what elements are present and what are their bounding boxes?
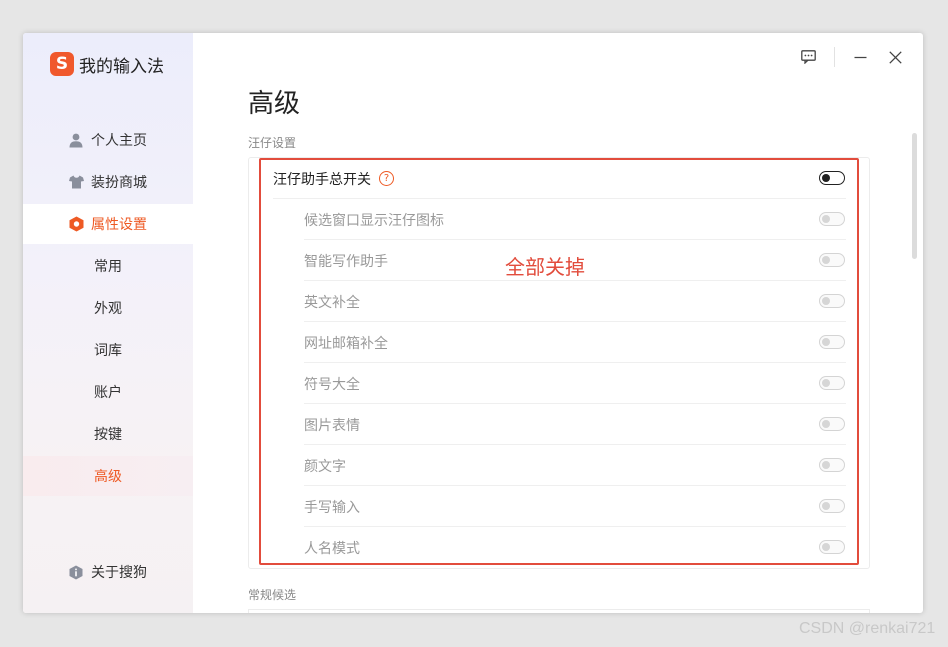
sub-item-keys[interactable]: 按键 (23, 414, 193, 454)
setting-row: 手写输入 (249, 486, 869, 527)
setting-label: 智能写作助手 (304, 253, 388, 270)
setting-row: 符号大全 (249, 363, 869, 404)
help-icon[interactable]: ? (379, 171, 394, 186)
settings-window: S 我的输入法 个人主页 装扮商城 属性设置 常用 外观 词库 账户 按键 高级 (23, 33, 923, 613)
setting-label: 人名模式 (304, 540, 360, 557)
sub-item-appearance[interactable]: 外观 (23, 288, 193, 328)
candidates-card (248, 609, 870, 613)
nav-label-settings: 属性设置 (91, 217, 147, 233)
sub-label-advanced: 高级 (94, 469, 122, 485)
setting-label: 图片表情 (304, 417, 360, 434)
scrollbar-thumb[interactable] (912, 133, 917, 259)
master-switch-label: 汪仔助手总开关 (273, 171, 371, 188)
annotation-text: 全部关掉 (505, 255, 585, 279)
hexagon-settings-icon (68, 216, 84, 232)
setting-label: 颜文字 (304, 458, 346, 475)
watermark: CSDN @renkai721 (799, 620, 936, 637)
setting-toggle[interactable] (819, 417, 845, 431)
sub-item-advanced[interactable]: 高级 (23, 456, 193, 496)
sub-label-account: 账户 (94, 385, 122, 401)
section-label-candidates: 常规候选 (248, 588, 297, 602)
sub-label-common: 常用 (94, 259, 122, 275)
setting-row: 图片表情 (249, 404, 869, 445)
master-toggle[interactable] (819, 171, 845, 185)
sub-item-dictionary[interactable]: 词库 (23, 330, 193, 370)
user-icon (68, 132, 84, 148)
setting-label: 英文补全 (304, 294, 360, 311)
app-logo: S 我的输入法 (50, 51, 164, 77)
nav-label-profile: 个人主页 (91, 133, 147, 149)
setting-toggle[interactable] (819, 540, 845, 554)
nav-label-about: 关于搜狗 (91, 565, 147, 581)
setting-row: 英文补全 (249, 281, 869, 322)
sub-item-common[interactable]: 常用 (23, 246, 193, 286)
setting-row: 候选窗口显示汪仔图标 (249, 199, 869, 240)
minimize-icon[interactable] (850, 47, 870, 67)
sub-label-dictionary: 词库 (94, 343, 122, 359)
setting-row: 网址邮箱补全 (249, 322, 869, 363)
nav-label-store: 装扮商城 (91, 175, 147, 191)
setting-toggle[interactable] (819, 499, 845, 513)
nav-item-about[interactable]: 关于搜狗 (23, 552, 193, 592)
section-label-wangzai: 汪仔设置 (248, 136, 297, 150)
nav-item-profile[interactable]: 个人主页 (23, 120, 193, 160)
setting-toggle[interactable] (819, 458, 845, 472)
nav-item-store[interactable]: 装扮商城 (23, 162, 193, 202)
setting-toggle[interactable] (819, 294, 845, 308)
setting-label: 手写输入 (304, 499, 360, 516)
sub-label-keys: 按键 (94, 427, 122, 443)
setting-toggle[interactable] (819, 253, 845, 267)
page-title: 高级 (248, 89, 301, 119)
setting-toggle[interactable] (819, 376, 845, 390)
sub-label-appearance: 外观 (94, 301, 122, 317)
setting-row: 人名模式 (249, 527, 869, 568)
setting-label: 网址邮箱补全 (304, 335, 388, 352)
info-shield-icon (68, 564, 84, 580)
nav-item-settings[interactable]: 属性设置 (23, 204, 193, 244)
setting-toggle[interactable] (819, 335, 845, 349)
master-switch-row: 汪仔助手总开关 ? (249, 158, 869, 199)
app-title: 我的输入法 (79, 56, 164, 77)
sidebar: S 我的输入法 个人主页 装扮商城 属性设置 常用 外观 词库 账户 按键 高级 (23, 33, 193, 613)
setting-row: 颜文字 (249, 445, 869, 486)
setting-label: 候选窗口显示汪仔图标 (304, 212, 444, 229)
sub-item-account[interactable]: 账户 (23, 372, 193, 412)
wangzai-settings-card: 汪仔助手总开关 ? 候选窗口显示汪仔图标 智能写作助手 英文补全 网址邮箱补全 … (248, 157, 870, 569)
feedback-icon[interactable] (798, 47, 818, 67)
titlebar-divider (834, 47, 835, 67)
main-panel: 高级 汪仔设置 汪仔助手总开关 ? 候选窗口显示汪仔图标 智能写作助手 英文补全 (193, 33, 923, 613)
shirt-icon (68, 174, 84, 190)
sogou-logo-icon: S (50, 52, 74, 76)
close-icon[interactable] (885, 47, 905, 67)
setting-toggle[interactable] (819, 212, 845, 226)
setting-label: 符号大全 (304, 376, 360, 393)
